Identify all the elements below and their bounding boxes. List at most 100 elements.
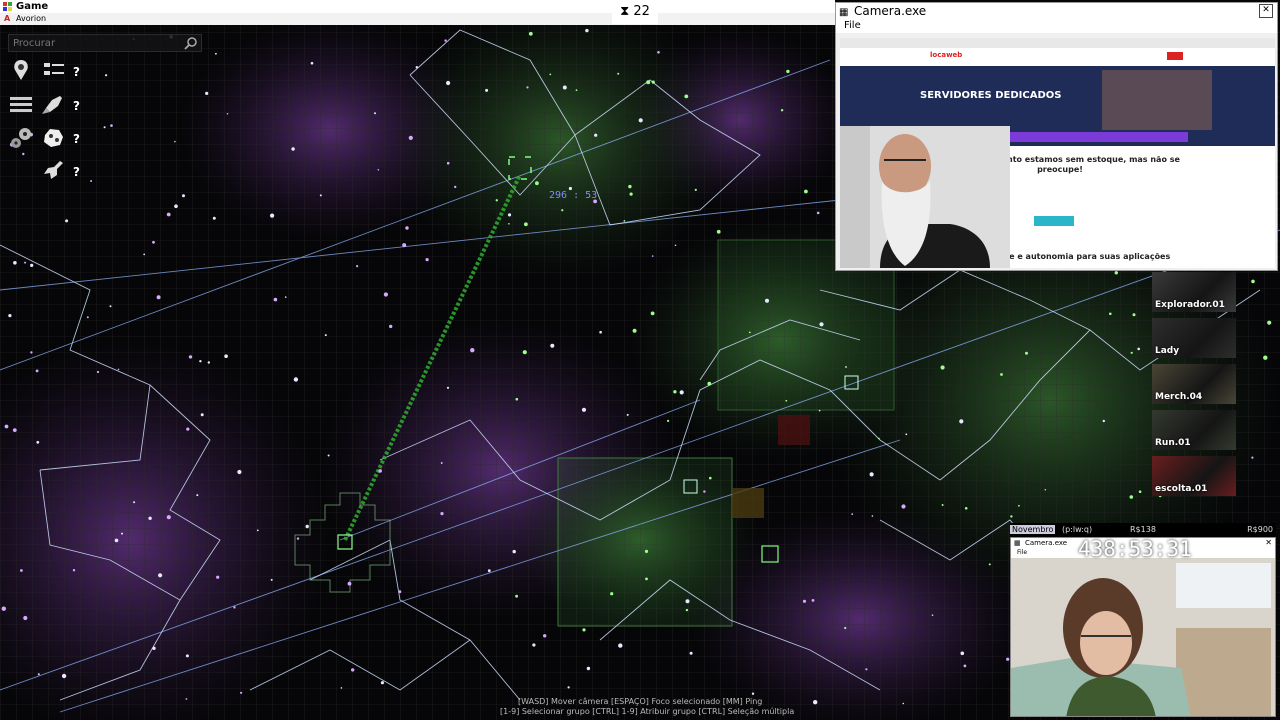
camera-titlebar[interactable]: ▦ Camera.exe ✕ bbox=[836, 3, 1277, 19]
star bbox=[440, 511, 444, 516]
star bbox=[623, 220, 626, 222]
star bbox=[273, 297, 278, 302]
star bbox=[524, 222, 528, 227]
star bbox=[629, 192, 633, 196]
star bbox=[567, 686, 570, 689]
asteroid-icon[interactable] bbox=[40, 125, 66, 151]
star bbox=[1132, 313, 1136, 317]
keyboard-hints: [WASD] Mover câmera [ESPAÇO] Foco seleci… bbox=[500, 697, 800, 717]
star bbox=[644, 549, 649, 554]
window-titlebar[interactable]: Game bbox=[0, 0, 835, 14]
star bbox=[703, 490, 706, 493]
fleet-ship-card[interactable]: Merch.04 bbox=[1152, 364, 1236, 404]
star bbox=[117, 368, 120, 371]
star bbox=[446, 80, 451, 86]
star bbox=[13, 261, 17, 265]
star bbox=[657, 51, 660, 54]
avorion-icon: A bbox=[4, 14, 11, 23]
star bbox=[1, 606, 6, 611]
fleet-ship-card[interactable]: Run.01 bbox=[1152, 410, 1236, 450]
star bbox=[1044, 488, 1047, 491]
star bbox=[1137, 347, 1140, 351]
ship-name: Explorador.01 bbox=[1155, 300, 1225, 310]
star bbox=[383, 292, 388, 297]
star bbox=[1114, 271, 1119, 275]
star bbox=[152, 240, 155, 244]
star bbox=[398, 590, 402, 594]
star bbox=[405, 226, 409, 230]
star bbox=[1129, 495, 1134, 499]
star bbox=[818, 409, 821, 412]
fleet-list-icon[interactable] bbox=[40, 58, 66, 84]
search-input[interactable]: Procurar bbox=[8, 34, 202, 52]
star bbox=[158, 573, 163, 578]
second-camera-window[interactable]: ▦ Camera.exe ✕ File bbox=[1010, 537, 1276, 717]
star bbox=[785, 399, 788, 402]
rocket-icon[interactable] bbox=[40, 92, 66, 118]
star bbox=[765, 298, 769, 303]
star bbox=[226, 113, 229, 115]
star bbox=[651, 80, 655, 84]
map-pin-icon[interactable] bbox=[8, 58, 34, 84]
ship-name: escolta.01 bbox=[1155, 484, 1208, 494]
star bbox=[36, 440, 40, 444]
fleet-ship-card[interactable]: Lady bbox=[1152, 318, 1236, 358]
star bbox=[186, 427, 190, 431]
star bbox=[30, 351, 33, 354]
sector-coordinates: 296 : 53 bbox=[549, 190, 597, 201]
star bbox=[674, 244, 677, 247]
close-icon[interactable]: ✕ bbox=[1259, 4, 1273, 18]
star bbox=[549, 73, 552, 76]
star bbox=[508, 223, 510, 225]
star bbox=[931, 614, 934, 616]
hero-image bbox=[1102, 70, 1212, 130]
star bbox=[35, 369, 39, 373]
star bbox=[440, 462, 443, 464]
ship-icon[interactable] bbox=[40, 158, 66, 184]
star bbox=[196, 494, 199, 497]
star bbox=[716, 229, 721, 234]
menu-icon[interactable] bbox=[8, 92, 34, 118]
timer-value: 22 bbox=[633, 4, 650, 19]
star bbox=[389, 324, 393, 329]
star bbox=[532, 643, 536, 647]
star bbox=[844, 626, 847, 630]
help-icon[interactable]: ? bbox=[73, 99, 80, 113]
star bbox=[351, 668, 355, 672]
handle-label: (p:lw:q) bbox=[1061, 525, 1093, 534]
star bbox=[1130, 351, 1133, 354]
star bbox=[535, 181, 539, 186]
star bbox=[526, 86, 529, 89]
amount-right: R$900 bbox=[1247, 525, 1273, 534]
star bbox=[901, 504, 906, 509]
help-icon[interactable]: ? bbox=[73, 165, 80, 179]
fleet-ship-card[interactable]: Explorador.01 bbox=[1152, 272, 1236, 312]
star bbox=[233, 606, 236, 609]
camera-menu-file[interactable]: File bbox=[836, 19, 1277, 33]
search-icon[interactable] bbox=[184, 36, 198, 50]
star bbox=[96, 370, 100, 374]
star bbox=[121, 532, 123, 535]
star bbox=[12, 428, 17, 432]
star bbox=[515, 594, 518, 598]
star bbox=[673, 390, 677, 394]
star bbox=[446, 161, 450, 165]
star bbox=[786, 69, 790, 74]
star bbox=[215, 52, 217, 55]
close-icon[interactable]: ✕ bbox=[1265, 538, 1272, 548]
star bbox=[224, 354, 228, 359]
star bbox=[378, 469, 383, 473]
help-icon[interactable]: ? bbox=[73, 65, 80, 79]
hero-heading: SERVIDORES DEDICADOS bbox=[920, 90, 1062, 101]
star bbox=[402, 243, 407, 248]
star bbox=[819, 322, 824, 327]
website-logo: locaweb bbox=[930, 51, 963, 59]
star bbox=[959, 419, 964, 424]
star bbox=[324, 334, 327, 337]
camera-window[interactable]: ▦ Camera.exe ✕ File locaweb SERVIDORES D… bbox=[835, 2, 1278, 271]
star bbox=[148, 516, 152, 520]
star bbox=[23, 615, 28, 621]
help-icon[interactable]: ? bbox=[73, 132, 80, 146]
gear-icon[interactable] bbox=[8, 125, 34, 151]
fleet-ship-card[interactable]: escolta.01 bbox=[1152, 456, 1236, 496]
